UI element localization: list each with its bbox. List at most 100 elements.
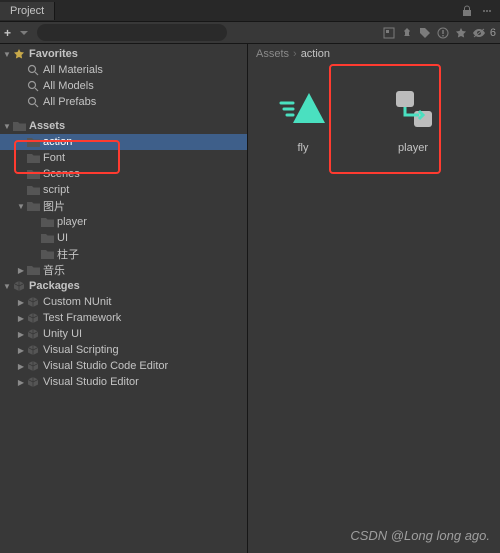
breadcrumb-root[interactable]: Assets bbox=[256, 48, 289, 60]
dropdown-icon[interactable] bbox=[17, 26, 31, 40]
tree-row[interactable]: All Models bbox=[0, 78, 247, 94]
caret-icon[interactable]: ▼ bbox=[2, 282, 12, 291]
lock-icon[interactable] bbox=[460, 4, 474, 18]
folder-icon bbox=[26, 263, 40, 277]
folder-icon bbox=[40, 231, 54, 245]
tree-row-label: player bbox=[57, 216, 87, 228]
tree-row-label: Favorites bbox=[29, 48, 78, 60]
caret-icon[interactable]: ▶ bbox=[16, 362, 26, 371]
tree-row-label: Test Framework bbox=[43, 312, 121, 324]
asset-item-fly[interactable]: fly bbox=[258, 84, 348, 154]
project-tab[interactable]: Project bbox=[0, 2, 55, 20]
caret-icon[interactable]: ▼ bbox=[16, 202, 26, 211]
tree-row-label: Assets bbox=[29, 120, 65, 132]
tree-row[interactable]: ▼ 图片 bbox=[0, 198, 247, 214]
tree-row[interactable]: All Materials bbox=[0, 62, 247, 78]
tree-row-label: 柱子 bbox=[57, 246, 79, 262]
chevron-right-icon: › bbox=[293, 48, 297, 60]
package-icon bbox=[12, 279, 26, 293]
tree-row-label: Unity UI bbox=[43, 328, 82, 340]
tree-row[interactable]: All Prefabs bbox=[0, 94, 247, 110]
asset-item-label: fly bbox=[298, 142, 309, 154]
asset-item-player[interactable]: player bbox=[368, 84, 458, 154]
pin-icon[interactable] bbox=[400, 26, 414, 40]
caret-icon[interactable]: ▶ bbox=[16, 298, 26, 307]
tree-row-label: UI bbox=[57, 232, 68, 244]
tree-row[interactable]: Scenes bbox=[0, 166, 247, 182]
package-icon bbox=[26, 343, 40, 357]
star-icon bbox=[12, 47, 26, 61]
search-input[interactable] bbox=[37, 24, 227, 41]
tree-row[interactable]: ▶ Test Framework bbox=[0, 310, 247, 326]
project-tree[interactable]: ▼ Favorites All Materials All Models All Pre… bbox=[0, 44, 248, 553]
tree-row-label: script bbox=[43, 184, 69, 196]
package-icon bbox=[26, 375, 40, 389]
folder-icon bbox=[12, 119, 26, 133]
watermark: CSDN @Long long ago. bbox=[350, 528, 490, 543]
create-button[interactable]: + bbox=[4, 26, 11, 40]
folder-icon bbox=[26, 151, 40, 165]
tree-row-label: All Prefabs bbox=[43, 96, 96, 108]
tree-row[interactable]: UI bbox=[0, 230, 247, 246]
tree-row[interactable]: ▶ Visual Studio Editor bbox=[0, 374, 247, 390]
tab-title: Project bbox=[10, 5, 44, 17]
tree-row[interactable]: ▶ Custom NUnit bbox=[0, 294, 247, 310]
tree-row-label: Visual Studio Editor bbox=[43, 376, 139, 388]
search-field[interactable] bbox=[37, 24, 227, 41]
caret-icon[interactable]: ▼ bbox=[2, 50, 12, 59]
tree-row[interactable]: ▶ Visual Scripting bbox=[0, 342, 247, 358]
tree-row-label: Visual Studio Code Editor bbox=[43, 360, 168, 372]
hierarchy-icon[interactable] bbox=[382, 26, 396, 40]
folder-icon bbox=[26, 135, 40, 149]
caret-icon[interactable]: ▶ bbox=[16, 314, 26, 323]
package-icon bbox=[26, 311, 40, 325]
tree-row-label: action bbox=[43, 136, 72, 148]
animation-icon bbox=[273, 84, 333, 134]
tree-row-label: All Models bbox=[43, 80, 94, 92]
tree-row[interactable]: ▶ Unity UI bbox=[0, 326, 247, 342]
animator-icon bbox=[383, 84, 443, 134]
tree-row[interactable]: player bbox=[0, 214, 247, 230]
folder-icon bbox=[26, 183, 40, 197]
search-icon bbox=[26, 63, 40, 77]
caret-icon[interactable]: ▶ bbox=[16, 330, 26, 339]
breadcrumb-current[interactable]: action bbox=[301, 48, 330, 60]
folder-icon bbox=[26, 167, 40, 181]
search-icon bbox=[26, 79, 40, 93]
visibility-icon[interactable] bbox=[472, 26, 486, 40]
asset-item-label: player bbox=[398, 142, 428, 154]
star-icon[interactable] bbox=[454, 26, 468, 40]
warning-icon[interactable] bbox=[436, 26, 450, 40]
asset-content: Assets › action fly player bbox=[248, 44, 500, 553]
tree-row[interactable]: Font bbox=[0, 150, 247, 166]
folder-icon bbox=[40, 247, 54, 261]
tab-bar: Project bbox=[0, 0, 500, 22]
tree-row[interactable]: ▼ Assets bbox=[0, 118, 247, 134]
tree-row[interactable]: ▼ Favorites bbox=[0, 46, 247, 62]
hidden-count: 6 bbox=[490, 27, 496, 39]
tree-row-label: 音乐 bbox=[43, 262, 65, 278]
tree-row[interactable]: ▶ 音乐 bbox=[0, 262, 247, 278]
tree-row[interactable]: action bbox=[0, 134, 247, 150]
tree-row-label: Font bbox=[43, 152, 65, 164]
caret-icon[interactable]: ▼ bbox=[2, 122, 12, 131]
asset-grid[interactable]: fly player bbox=[248, 64, 500, 553]
tree-row-label: 图片 bbox=[43, 198, 65, 214]
tree-row[interactable]: 柱子 bbox=[0, 246, 247, 262]
caret-icon[interactable]: ▶ bbox=[16, 266, 26, 275]
menu-icon[interactable] bbox=[480, 4, 494, 18]
caret-icon[interactable]: ▶ bbox=[16, 378, 26, 387]
tree-row[interactable]: ▼Packages bbox=[0, 278, 247, 294]
package-icon bbox=[26, 327, 40, 341]
caret-icon[interactable]: ▶ bbox=[16, 346, 26, 355]
tree-row-label: Custom NUnit bbox=[43, 296, 111, 308]
folder-icon bbox=[40, 215, 54, 229]
tag-icon[interactable] bbox=[418, 26, 432, 40]
tree-row[interactable]: script bbox=[0, 182, 247, 198]
tree-row-label: Visual Scripting bbox=[43, 344, 119, 356]
package-icon bbox=[26, 359, 40, 373]
toolbar: + 6 bbox=[0, 22, 500, 44]
tree-row[interactable]: ▶ Visual Studio Code Editor bbox=[0, 358, 247, 374]
folder-icon bbox=[26, 199, 40, 213]
breadcrumb[interactable]: Assets › action bbox=[248, 44, 500, 64]
